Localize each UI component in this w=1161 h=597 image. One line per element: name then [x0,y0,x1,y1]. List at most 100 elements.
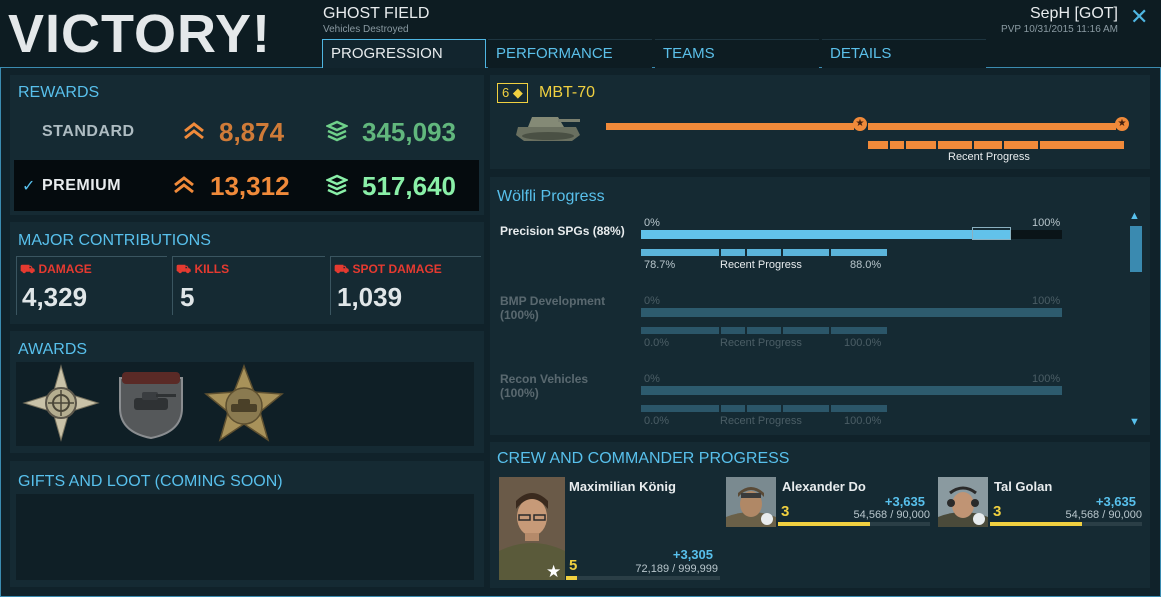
damage-label: ⛟ DAMAGE [20,262,92,278]
wolfli-recent-segment [641,249,719,256]
wolfli-recent-label: Recent Progress [720,415,802,427]
wolfli-item-percent: (100%) [500,386,539,400]
tab-teams[interactable]: TEAMS [655,39,819,68]
standard-label: STANDARD [42,123,135,140]
wolfli-item-name: Recon Vehicles (100%) [500,372,640,422]
wolfli-start: 0% [644,295,660,307]
standard-credits: 345,093 [362,117,456,147]
damage-label-text: DAMAGE [38,262,92,276]
wolfli-recent-segment [641,405,719,412]
wolfli-end: 100% [1032,373,1061,385]
wolfli-recent-segment [783,405,829,412]
crosshair-star-medal-icon[interactable] [22,364,100,447]
premium-xp: 13,312 [210,171,290,201]
vehicle-progress-segment [868,123,1116,130]
gifts-tray [16,494,474,580]
wolfli-recent-segment [721,405,745,412]
wolfli-from: 0.0% [644,337,670,349]
crew-name: Tal Golan [994,479,1053,494]
wolfli-end: 100% [1032,217,1061,229]
tab-details[interactable]: DETAILS [822,39,986,68]
credits-stack-icon [324,174,350,201]
wolfli-item-name: BMP Development (100%) [500,294,640,344]
tier-diamond-icon: ◆ [512,85,523,100]
vehicle-progress-bar: ★ ★ [606,117,1130,132]
tank-icon: ⛟ [334,262,350,276]
close-icon[interactable]: ✕ [1130,4,1148,30]
wolfli-recent-segment [831,405,887,412]
crew-title: CREW AND COMMANDER PROGRESS [497,450,790,467]
wolfli-item-percent: (100%) [500,308,539,322]
wolfli-progress-fill [641,230,1012,239]
tank-vehicle-icon [514,105,584,150]
crew-name: Alexander Do [782,479,866,494]
wolfli-recent-segment [721,249,745,256]
match-info: PVP 10/31/2015 11:16 AM [1001,24,1118,35]
wolfli-progress-bar [641,227,1062,240]
wolfli-recent-bar [641,327,887,334]
wolfli-recent-segment [831,327,887,334]
wolfli-item-label: BMP Development [500,294,606,308]
crew-progress-fill [990,522,1083,526]
kills-label-text: KILLS [194,262,230,276]
kills-label: ⛟ KILLS [176,262,229,278]
tab-progression[interactable]: PROGRESSION [322,39,486,68]
scroll-thumb[interactable] [1130,226,1142,272]
wolfli-progress-fill [641,308,1062,317]
map-subtitle: Vehicles Destroyed [323,24,409,35]
vehicle-recent-bar [868,141,1124,149]
tab-performance[interactable]: PERFORMANCE [488,39,652,68]
wolfli-recent-label: Recent Progress [720,337,802,349]
vehicle-recent-segment [1040,141,1124,149]
wolfli-recent-segment [747,249,781,256]
crew-xp-total: 54,568 / 90,000 [1065,509,1142,521]
credits-stack-icon [324,120,350,147]
wolfli-progress-bar [641,386,1062,395]
tank-icon: ⛟ [176,262,192,276]
scroll-up-icon[interactable]: ▲ [1129,210,1140,222]
tank-icon: ⛟ [20,262,36,276]
wolfli-scrollbar[interactable]: ▲ ▼ [1129,210,1143,432]
crew-portrait[interactable] [938,477,988,527]
crew-xp-gain: +3,635 [884,494,925,509]
wolfli-recent-segment [783,327,829,334]
spot-damage-label: ⛟ SPOT DAMAGE [334,262,442,278]
vehicle-recent-segment [974,141,1002,149]
wolfli-from: 0.0% [644,415,670,427]
vehicle-recent-label: Recent Progress [948,151,1030,163]
wolfli-progress-fill [641,386,1062,395]
gifts-title: GIFTS AND LOOT (COMING SOON) [18,473,283,490]
wolfli-recent-highlight [972,227,1012,240]
crew-name: Maximilian König [569,479,676,494]
vehicle-name: MBT-70 [539,84,596,101]
wolfli-to: 88.0% [850,259,882,271]
crew-xp-total: 54,568 / 90,000 [853,509,930,521]
xp-chevron-icon [173,172,195,203]
wolfli-start: 0% [644,373,660,385]
crew-portrait[interactable] [726,477,776,527]
scroll-down-icon[interactable]: ▼ [1129,416,1140,428]
map-name: GHOST FIELD [323,5,430,22]
vehicle-recent-segment [1004,141,1038,149]
tank-shield-medal-icon[interactable] [112,368,190,445]
wolfli-recent-segment [641,327,719,334]
crew-xp-total: 72,189 / 999,999 [635,563,718,575]
commander-star-icon: ★ [546,562,562,581]
tank-star-medal-icon[interactable] [204,363,284,447]
wolfli-title: Wölfli Progress [497,188,605,205]
player-name: SepH [GOT] [1029,5,1118,22]
wolfli-item-label: Recon Vehicles [500,372,589,386]
tier-value: 6 [502,85,510,100]
wolfli-recent-segment [831,249,887,256]
wolfli-recent-segment [783,249,829,256]
wolfli-to: 100.0% [844,415,882,427]
premium-credits: 517,640 [362,171,456,201]
vehicle-recent-segment [890,141,904,149]
milestone-star-icon: ★ [1115,117,1129,131]
awards-title: AWARDS [18,341,88,358]
vehicle-recent-segment [868,141,888,149]
wolfli-progress-bar [641,308,1062,317]
spot-damage-value: 1,039 [337,282,403,312]
kills-value: 5 [180,282,195,312]
spot-damage-label-text: SPOT DAMAGE [352,262,442,276]
